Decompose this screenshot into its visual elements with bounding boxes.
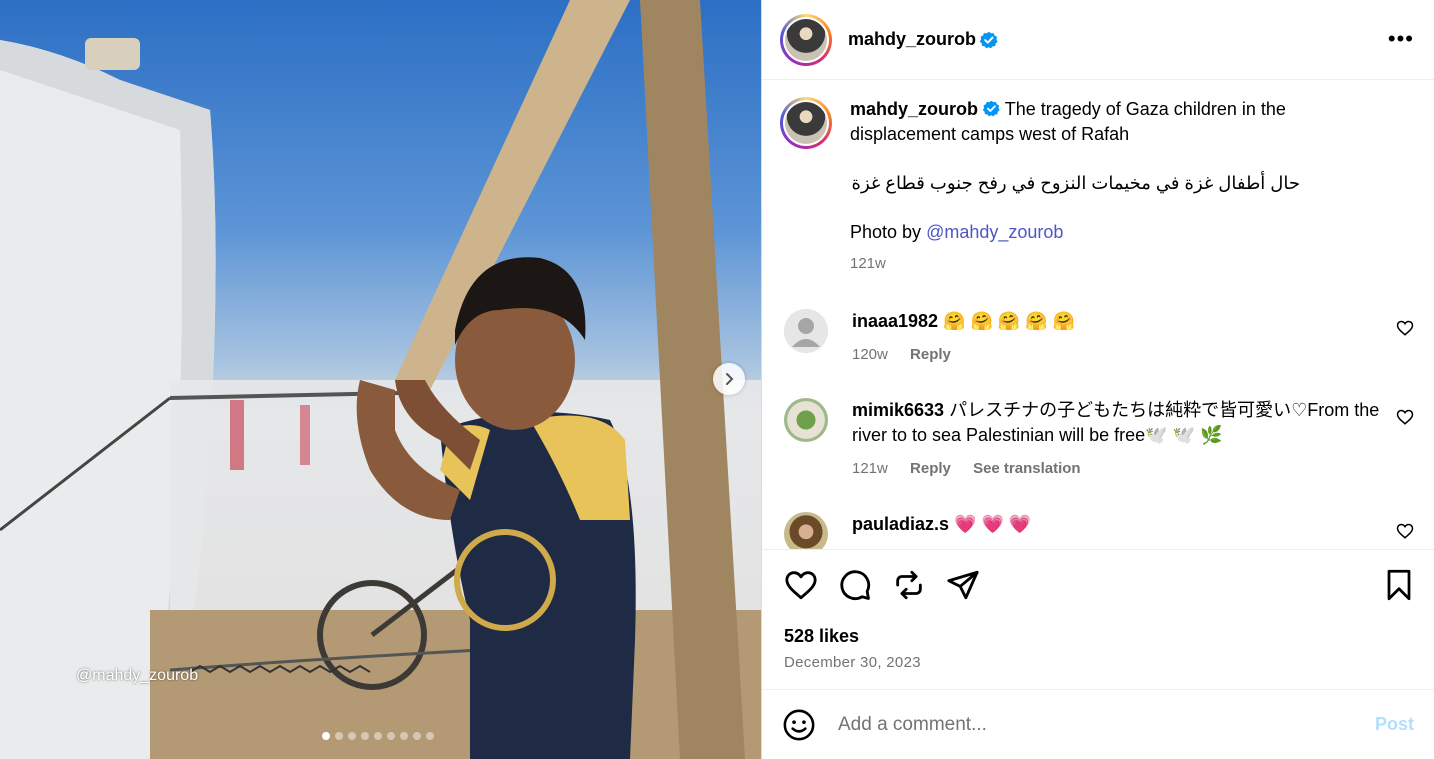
comment-timestamp: 121w xyxy=(852,460,888,477)
post-side-panel: mahdy_zourob ••• mahdy_zourob The traged… xyxy=(761,0,1434,759)
post-photo xyxy=(0,0,761,759)
carousel-next-button[interactable] xyxy=(713,363,745,395)
like-comment-heart-icon[interactable] xyxy=(1396,522,1414,540)
reply-button[interactable]: Reply xyxy=(910,460,951,477)
comment-username[interactable]: mimik6633 xyxy=(852,400,944,420)
post-media[interactable]: @mahdy_zourob xyxy=(0,0,761,759)
author-avatar[interactable] xyxy=(780,13,832,66)
caption-mention-link[interactable]: @mahdy_zourob xyxy=(926,222,1063,242)
comment-username[interactable]: inaaa1982 xyxy=(852,311,938,331)
carousel-indicator xyxy=(322,732,434,740)
post-header: mahdy_zourob ••• xyxy=(762,0,1434,80)
comment-avatar[interactable] xyxy=(784,309,828,353)
carousel-dot xyxy=(335,732,343,740)
carousel-dot xyxy=(426,732,434,740)
repost-icon[interactable] xyxy=(892,568,926,602)
comment-username[interactable]: pauladiaz.s xyxy=(852,514,949,534)
verified-badge-icon xyxy=(980,31,998,48)
comment-timestamp: 120w xyxy=(852,346,888,363)
post-actions-section: 528 likes December 30, 2023 xyxy=(762,549,1434,689)
caption-credit: Photo by @mahdy_zourob xyxy=(850,220,1330,245)
author-username[interactable]: mahdy_zourob xyxy=(848,29,976,50)
carousel-dot xyxy=(348,732,356,740)
like-comment-heart-icon[interactable] xyxy=(1396,319,1414,337)
comment-avatar[interactable] xyxy=(784,398,828,442)
comment-item: pauladiaz.s 💗 💗 💗 xyxy=(780,512,1420,549)
post-date: December 30, 2023 xyxy=(784,654,921,671)
caption-author-avatar[interactable] xyxy=(780,97,832,149)
emoji-picker-icon[interactable] xyxy=(782,708,816,742)
post-comment-button[interactable]: Post xyxy=(1375,714,1414,735)
carousel-dot xyxy=(361,732,369,740)
caption-timestamp: 121w xyxy=(850,255,886,272)
comment-text: 🤗 🤗 🤗 🤗 🤗 xyxy=(943,311,1076,331)
comment-avatar[interactable] xyxy=(784,512,828,549)
like-heart-icon[interactable] xyxy=(784,568,818,602)
more-options-button[interactable]: ••• xyxy=(1388,26,1414,52)
save-bookmark-icon[interactable] xyxy=(1384,568,1414,602)
comment-text: 💗 💗 💗 xyxy=(954,514,1032,534)
comments-section[interactable]: mahdy_zourob The tragedy of Gaza childre… xyxy=(762,81,1434,549)
like-comment-heart-icon[interactable] xyxy=(1396,408,1414,426)
comment-input[interactable] xyxy=(838,713,1358,736)
share-paper-plane-icon[interactable] xyxy=(946,568,980,602)
chevron-right-icon xyxy=(726,373,734,385)
carousel-dot xyxy=(387,732,395,740)
comment-item: inaaa1982 🤗 🤗 🤗 🤗 🤗 120w Reply xyxy=(780,309,1420,367)
photo-watermark: @mahdy_zourob xyxy=(76,667,199,684)
carousel-dot xyxy=(322,732,330,740)
carousel-dot xyxy=(413,732,421,740)
caption-credit-prefix: Photo by xyxy=(850,222,927,242)
caption-username[interactable]: mahdy_zourob xyxy=(850,99,978,119)
default-avatar-icon xyxy=(784,309,828,353)
caption-arabic-text: حال أطفال غزة في مخيمات النزوح في رفح جن… xyxy=(851,173,1300,193)
likes-count[interactable]: 528 likes xyxy=(784,626,859,647)
carousel-dot xyxy=(374,732,382,740)
reply-button[interactable]: Reply xyxy=(910,346,951,363)
carousel-dot xyxy=(400,732,408,740)
see-translation-button[interactable]: See translation xyxy=(973,460,1081,477)
post-caption: mahdy_zourob The tragedy of Gaza childre… xyxy=(762,81,1434,276)
comment-bubble-icon[interactable] xyxy=(838,568,872,602)
verified-badge-icon xyxy=(982,100,1000,117)
comment-composer: Post xyxy=(762,689,1434,759)
comment-item: mimik6633 パレスチナの子どもたちは純粋で皆可愛い♡From the r… xyxy=(780,398,1420,481)
